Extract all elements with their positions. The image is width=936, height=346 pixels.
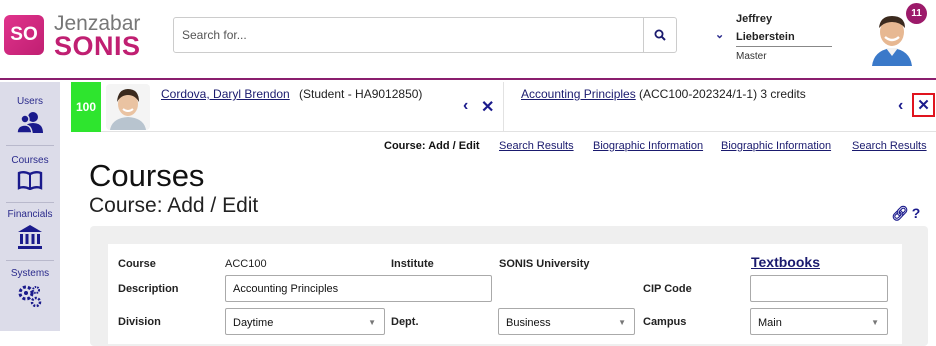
sidebar-item-label: Courses [11,155,49,166]
context-bar: 100 Cordova, Daryl Brendon (Student - HA… [71,82,936,132]
description-label: Description [118,283,179,295]
course-value: ACC100 [225,258,267,270]
sidebar-item-courses[interactable]: Courses [0,155,60,190]
page-title: Courses [89,158,205,193]
logo-product: SONIS [54,31,141,61]
division-value: Daytime [233,317,274,329]
dept-value: Business [506,317,551,329]
dept-label: Dept. [391,316,419,328]
cip-code-label: CIP Code [643,283,692,295]
institute-value: SONIS University [499,258,590,270]
page-subtitle: Course: Add / Edit [89,194,259,217]
notification-badge[interactable]: 11 [906,3,927,24]
institute-label: Institute [391,258,434,270]
dropdown-caret-icon: ▼ [368,318,376,327]
user-first-name[interactable]: Jeffrey [736,13,772,25]
search-input[interactable] [173,17,644,53]
user-role: Master [736,51,767,62]
student-score-badge: 100 [71,82,101,132]
breadcrumb-link-biographic[interactable]: Biographic Information [593,140,703,152]
course-close-button[interactable]: ✕ [912,93,935,117]
user-menu-chevron-icon[interactable]: ⌄ [715,28,724,41]
course-meta: (ACC100-202324/1-1) 3 credits [639,87,806,101]
description-field[interactable] [225,275,492,302]
dropdown-caret-icon: ▼ [618,318,626,327]
sidebar-divider [6,202,54,203]
breadcrumb-current: Course: Add / Edit [384,140,480,152]
sidebar-item-label: Users [16,96,44,107]
division-label: Division [118,316,161,328]
sidebar-divider [6,145,54,146]
logo-badge[interactable]: SO [4,15,44,55]
sidebar-item-users[interactable]: Users [0,96,60,133]
page-actions: 🔗︎ ? [891,205,920,222]
campus-label: Campus [643,316,687,328]
user-last-name[interactable]: Lieberstein [736,31,795,43]
sidebar: Users Courses Financials Systems [0,82,60,331]
course-name-link[interactable]: Accounting Principles [521,87,636,101]
course-label: Course [118,258,156,270]
cip-code-field[interactable] [750,275,888,302]
search-button[interactable] [643,17,677,53]
sidebar-item-financials[interactable]: Financials [0,209,60,250]
student-photo [106,84,150,130]
breadcrumb-link-search-results[interactable]: Search Results [852,140,927,152]
top-header: SO Jenzabar SONIS ⌄ Jeffrey Lieberstein … [0,0,936,80]
bank-icon [18,225,42,249]
help-icon[interactable]: ? [912,205,921,222]
link-icon[interactable]: 🔗︎ [891,205,909,222]
student-close-icon[interactable]: ✕ [481,97,494,117]
breadcrumb-link-search-results[interactable]: Search Results [499,140,574,152]
sidebar-item-label: Systems [10,268,50,279]
course-collapse-chevron-icon[interactable]: ‹ [898,97,903,115]
users-icon [17,112,43,133]
sidebar-item-label: Financials [7,209,53,220]
book-icon [17,171,43,190]
sidebar-item-systems[interactable]: Systems [0,268,60,309]
context-divider [503,82,504,132]
student-meta: (Student - HA9012850) [299,87,423,101]
breadcrumb-link-biographic[interactable]: Biographic Information [721,140,831,152]
dropdown-caret-icon: ▼ [871,318,879,327]
textbooks-link[interactable]: Textbooks [751,254,820,270]
close-icon: ✕ [917,97,930,114]
search-icon [654,29,666,41]
sidebar-divider [6,260,54,261]
campus-value: Main [758,317,782,329]
gears-icon [18,285,42,308]
student-name-link[interactable]: Cordova, Daryl Brendon [161,87,290,101]
user-divider [736,46,832,47]
student-collapse-chevron-icon[interactable]: ‹ [463,97,468,115]
